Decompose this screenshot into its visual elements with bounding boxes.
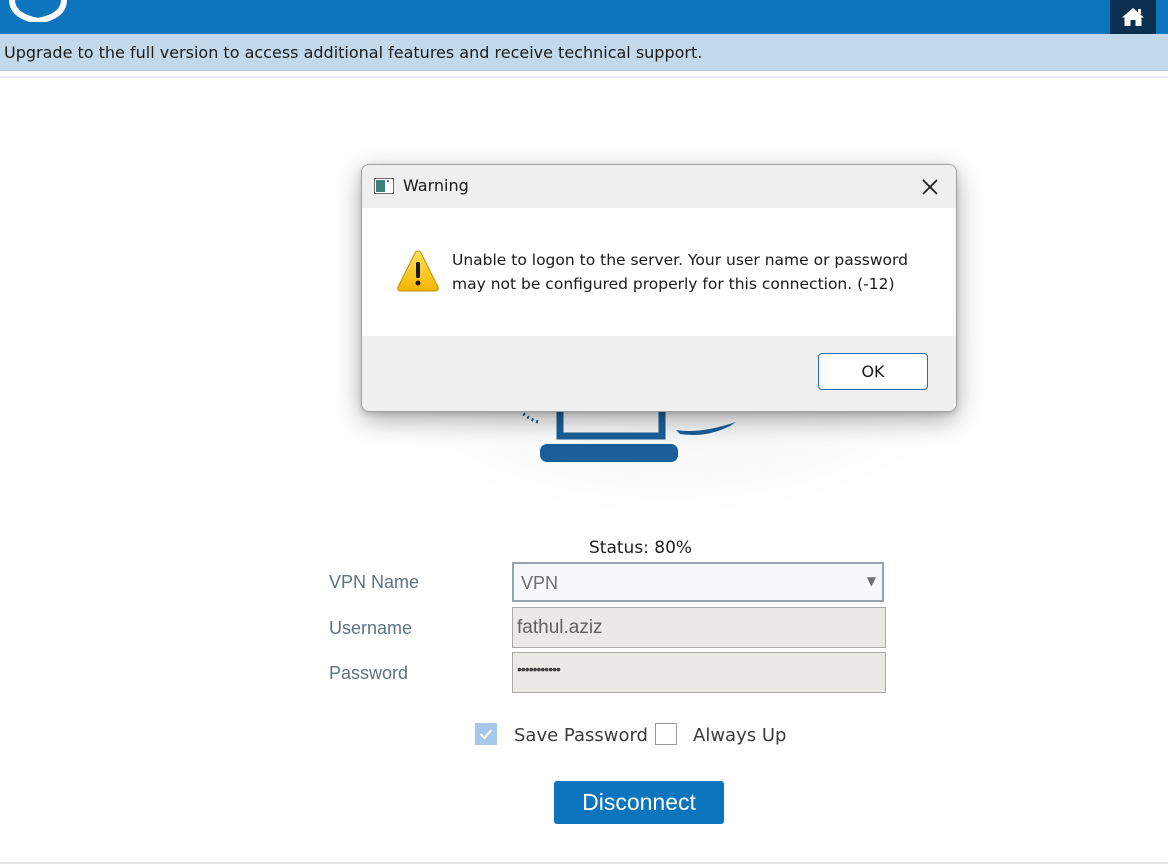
close-icon[interactable] [920,177,940,197]
save-password-checkbox[interactable] [475,723,497,745]
divider [0,862,1168,864]
save-password-label: Save Password [514,725,648,746]
dialog-title: Warning [403,176,469,195]
header-bar [0,0,1168,34]
username-value: fathul.aziz [517,617,603,638]
always-up-label: Always Up [693,725,787,746]
dialog-message: Unable to logon to the server. Your user… [452,248,908,296]
dialog-footer: OK [362,336,956,411]
dialog-message-line: may not be configured properly for this … [452,275,895,293]
vpn-name-value: VPN [521,573,559,593]
password-label: Password [329,663,409,683]
home-icon [1122,8,1144,26]
dialog-message-line: Unable to logon to the server. Your user… [452,251,908,269]
vpn-name-select[interactable]: VPN ▼ [512,562,884,602]
dialog-titlebar[interactable]: Warning [362,165,956,208]
username-label: Username [329,618,413,638]
home-button[interactable] [1110,0,1156,34]
status-text: Status: 80% [589,538,693,558]
upgrade-banner: Upgrade to the full version to access ad… [0,34,1168,71]
shield-icon [9,0,67,22]
app-window-icon [374,178,394,194]
dialog-body: Unable to logon to the server. Your user… [362,208,956,336]
upgrade-banner-text: Upgrade to the full version to access ad… [4,43,703,62]
warning-icon [397,250,439,292]
password-value: ••••••••••• [517,661,561,677]
chevron-down-icon: ▼ [866,574,876,588]
divider [0,76,1168,78]
warning-dialog: Warning Unable to logon to the server. Y… [361,164,957,412]
disconnect-button[interactable]: Disconnect [554,781,724,824]
username-field[interactable]: fathul.aziz [512,607,886,648]
always-up-checkbox[interactable] [655,723,677,745]
password-field[interactable]: ••••••••••• [512,652,886,693]
ok-button[interactable]: OK [818,353,928,390]
vpn-name-label: VPN Name [329,572,420,592]
checkmark-icon [479,729,493,740]
